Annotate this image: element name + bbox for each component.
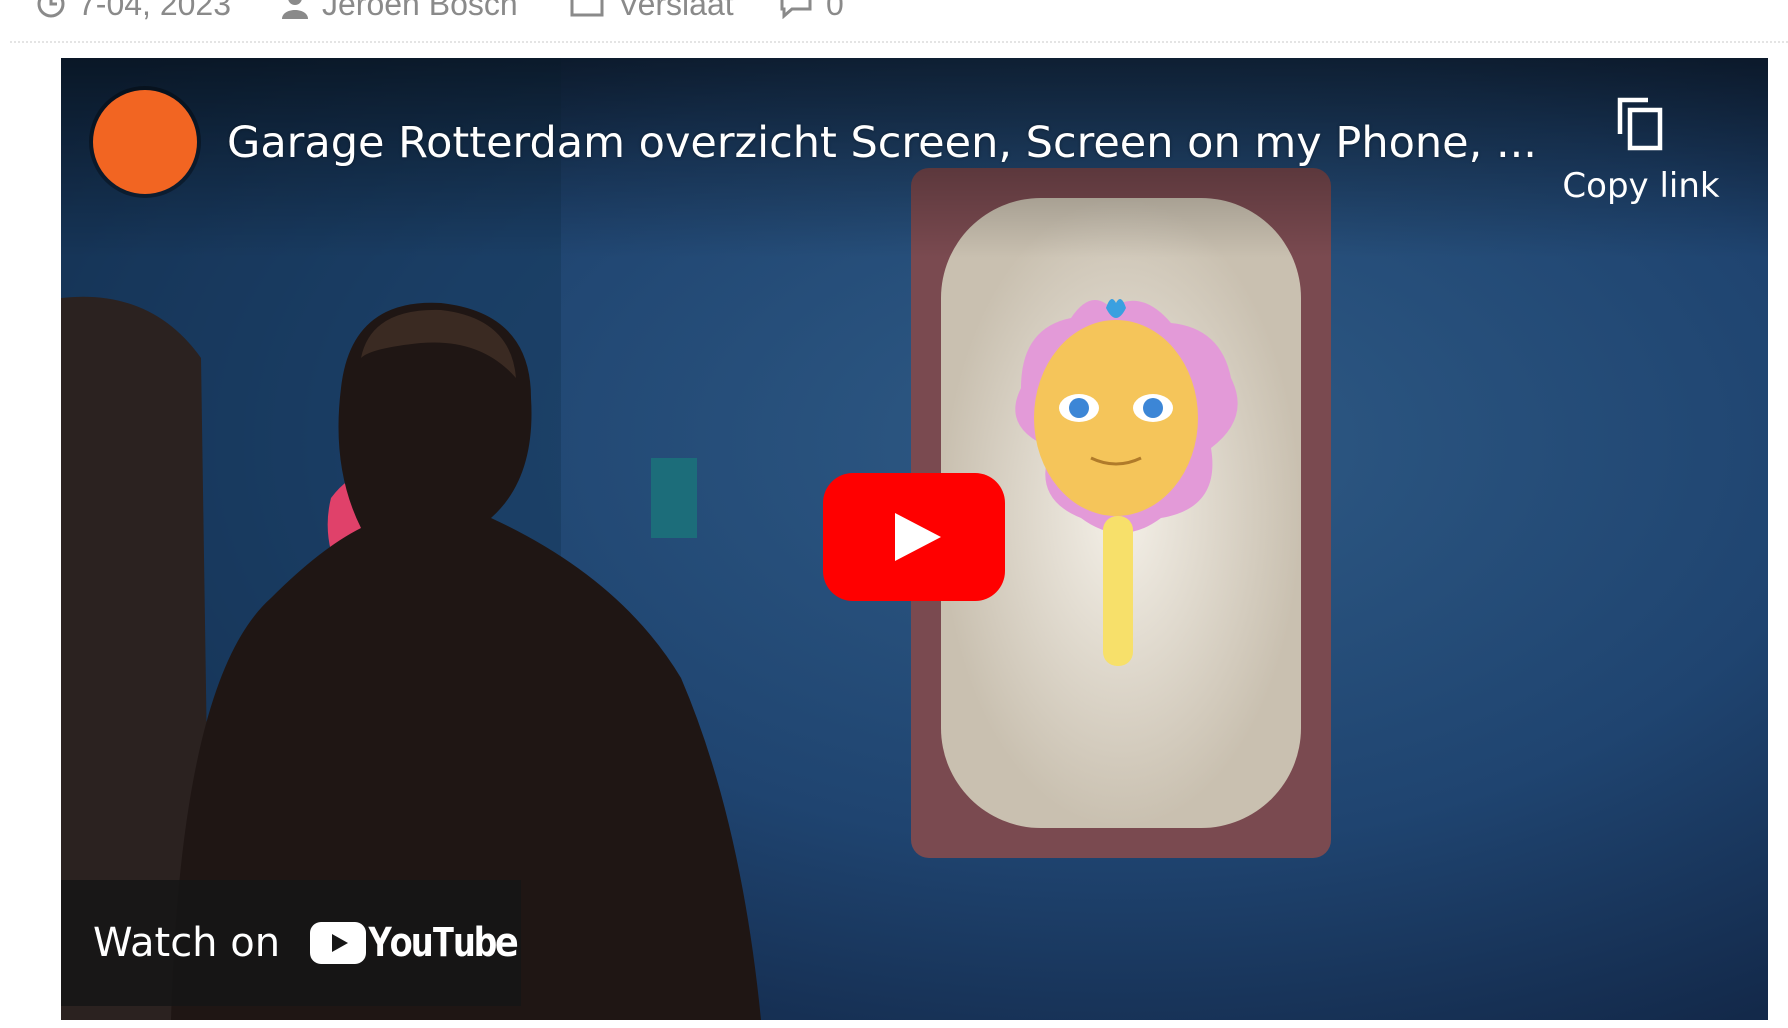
watch-on-youtube-button[interactable]: Watch on YouTube <box>61 880 521 1006</box>
post-date: 7-04, 2023 <box>36 0 231 22</box>
post-date-text: 7-04, 2023 <box>78 0 232 22</box>
video-title[interactable]: Garage Rotterdam overzicht Screen, Scree… <box>227 118 1537 168</box>
youtube-embed[interactable]: Garage Rotterdam overzicht Screen, Scree… <box>61 58 1768 1020</box>
post-comments-count[interactable]: 0 <box>826 0 844 23</box>
post-meta: 7-04, 2023 Jeroen Bosch Verslaat 0 <box>0 0 1788 40</box>
youtube-wordmark: YouTube <box>368 920 519 966</box>
post-author[interactable]: Jeroen Bosch <box>280 0 518 22</box>
clock-icon <box>36 0 66 19</box>
copy-link-label: Copy link <box>1562 166 1720 206</box>
post-comments[interactable]: 0 <box>778 0 844 22</box>
post-category[interactable]: Verslaat <box>570 0 734 22</box>
copy-icon <box>1614 94 1668 152</box>
play-button[interactable] <box>823 473 1005 601</box>
channel-avatar[interactable] <box>93 90 197 194</box>
meta-divider <box>10 41 1788 43</box>
folder-icon <box>570 0 606 19</box>
user-icon <box>280 0 310 19</box>
play-icon <box>823 473 1005 601</box>
watch-on-label: Watch on <box>93 920 281 966</box>
post-category-link[interactable]: Verslaat <box>618 0 734 23</box>
youtube-logo: YouTube <box>310 920 519 966</box>
copy-link-button[interactable]: Copy link <box>1541 94 1741 224</box>
youtube-logo-icon <box>310 922 367 964</box>
post-author-link[interactable]: Jeroen Bosch <box>322 0 518 23</box>
comment-icon <box>778 0 814 19</box>
